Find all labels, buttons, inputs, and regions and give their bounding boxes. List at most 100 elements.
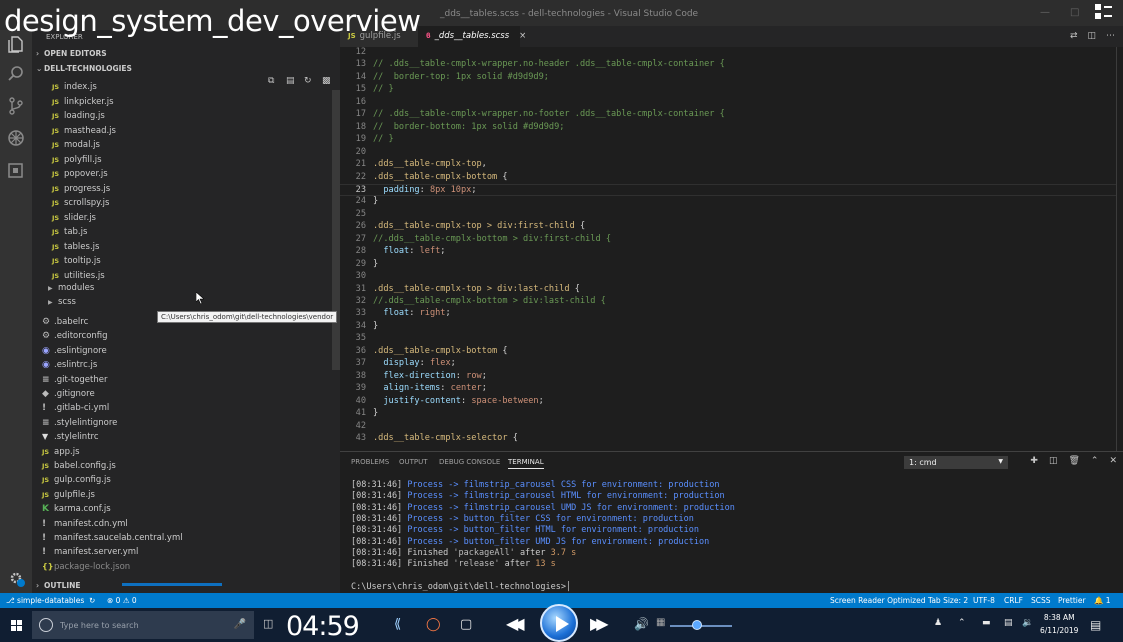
search-icon[interactable] bbox=[6, 64, 26, 84]
notifications-icon[interactable]: 🔔 1 bbox=[1094, 596, 1111, 605]
grid-icon[interactable] bbox=[1095, 4, 1115, 24]
new-file-icon[interactable]: ⧉ bbox=[268, 76, 280, 86]
system-clock[interactable]: 8:38 AM 6/11/2019 bbox=[1040, 611, 1078, 637]
file-item[interactable]: JS tab.js bbox=[52, 227, 87, 241]
file-item[interactable]: ! manifest.saucelab.central.yml bbox=[42, 533, 183, 547]
file-item[interactable]: ▼ .stylelintrc bbox=[42, 432, 99, 446]
sync-icon[interactable]: ↻ bbox=[89, 596, 95, 605]
open-editors-section[interactable]: › OPEN EDITORS bbox=[36, 49, 107, 63]
file-item[interactable]: JS linkpicker.js bbox=[52, 97, 114, 111]
maximize-icon[interactable]: □ bbox=[1070, 7, 1082, 19]
split-editor-icon[interactable]: ◫ bbox=[1087, 31, 1096, 41]
debug-icon[interactable] bbox=[6, 128, 26, 148]
file-item[interactable]: JS masthead.js bbox=[52, 126, 116, 140]
fast-forward-icon[interactable]: ▶▶ bbox=[590, 614, 608, 633]
source-control-icon[interactable] bbox=[6, 96, 26, 116]
file-item[interactable]: ◆ .gitignore bbox=[42, 389, 95, 403]
tab-problems[interactable]: PROBLEMS bbox=[351, 458, 389, 466]
problems-indicator[interactable]: ⊗ 0 ⚠ 0 bbox=[107, 596, 137, 605]
file-item[interactable]: ⚙ .editorconfig bbox=[42, 331, 108, 345]
maximize-panel-icon[interactable]: ⌃ bbox=[1091, 456, 1099, 466]
tab-dds-tables-scss[interactable]: ϐ _dds__tables.scss × bbox=[418, 26, 526, 47]
extensions-icon[interactable] bbox=[6, 160, 26, 180]
vscode-taskbar-icon[interactable]: ⟪ bbox=[394, 617, 410, 633]
project-section[interactable]: ⌄ DELL-TECHNOLOGIES bbox=[36, 64, 132, 78]
speaker-icon[interactable]: 🔉 bbox=[1022, 618, 1033, 628]
file-item[interactable]: JS index.js bbox=[52, 82, 97, 96]
new-folder-icon[interactable]: ▤ bbox=[286, 76, 298, 86]
screen-reader-status[interactable]: Screen Reader Optimized bbox=[830, 596, 926, 605]
terminal-line: [08:31:46] Process -> button_filter UMD … bbox=[351, 537, 709, 548]
action-center-icon[interactable]: ▤ bbox=[1090, 618, 1101, 632]
sidebar-scrollbar[interactable] bbox=[332, 90, 340, 370]
window-taskbar-icon[interactable]: ▢ bbox=[460, 617, 476, 633]
network-icon[interactable]: ▤ bbox=[1004, 618, 1013, 628]
settings-gear-icon[interactable] bbox=[6, 568, 26, 588]
file-item[interactable]: JS progress.js bbox=[52, 184, 110, 198]
volume-slider-knob[interactable] bbox=[692, 620, 702, 630]
language-status[interactable]: SCSS bbox=[1031, 596, 1051, 605]
terminal-select[interactable]: 1: cmd ▼ bbox=[904, 456, 1008, 469]
file-item[interactable]: JS gulpfile.js bbox=[42, 490, 95, 504]
play-button[interactable] bbox=[540, 604, 578, 642]
file-item[interactable]: ◉ .eslintrc.js bbox=[42, 360, 97, 374]
split-terminal-icon[interactable]: ◫ bbox=[1049, 456, 1058, 466]
file-item[interactable]: Kkarma.conf.js bbox=[42, 504, 111, 518]
trash-icon[interactable]: 🗑 bbox=[1068, 456, 1079, 466]
file-item[interactable]: ⚙ .babelrc bbox=[42, 317, 88, 331]
code-token: .dds__table-cmplx-top bbox=[373, 159, 482, 170]
tab-debug-console[interactable]: DEBUG CONSOLE bbox=[439, 458, 500, 466]
file-item[interactable]: JS popover.js bbox=[52, 169, 108, 183]
file-item[interactable]: {}package-lock.json bbox=[42, 562, 130, 576]
minimize-icon[interactable]: — bbox=[1040, 7, 1052, 19]
file-item[interactable]: JS app.js bbox=[42, 447, 80, 461]
file-item[interactable]: ≡ .stylelintignore bbox=[42, 418, 117, 432]
terminal-prompt[interactable]: C:\Users\chris_odom\git\dell-technologie… bbox=[351, 582, 571, 593]
close-icon[interactable]: × bbox=[519, 31, 526, 41]
people-icon[interactable]: ♟ bbox=[934, 618, 942, 628]
folder-modules[interactable]: ▶ modules bbox=[48, 283, 94, 297]
encoding-status[interactable]: UTF-8 bbox=[973, 596, 995, 605]
editor-scrollbar[interactable] bbox=[1116, 47, 1117, 451]
branch-indicator[interactable]: ⎇ simple-datatables bbox=[6, 596, 84, 605]
eol-status[interactable]: CRLF bbox=[1004, 596, 1023, 605]
formatter-status[interactable]: Prettier bbox=[1058, 596, 1086, 605]
file-item[interactable]: JS polyfill.js bbox=[52, 155, 102, 169]
file-item[interactable]: JS tooltip.js bbox=[52, 256, 101, 270]
task-view-icon[interactable]: ◫ bbox=[263, 617, 279, 633]
file-item[interactable]: JS modal.js bbox=[52, 140, 100, 154]
file-item[interactable]: ! manifest.server.yml bbox=[42, 547, 138, 561]
taskbar-search[interactable]: Type here to search 🎤 bbox=[32, 611, 254, 639]
microphone-icon[interactable]: 🎤 bbox=[234, 619, 246, 630]
app-taskbar-icon[interactable]: ◯ bbox=[426, 617, 442, 633]
file-item[interactable]: ! .gitlab-ci.yml bbox=[42, 403, 109, 417]
line-number: 29 bbox=[355, 258, 366, 269]
file-item[interactable]: ◉ .eslintignore bbox=[42, 346, 107, 360]
refresh-icon[interactable]: ↻ bbox=[304, 76, 316, 86]
file-item[interactable]: JS scrollspy.js bbox=[52, 198, 109, 212]
file-item[interactable]: JS slider.js bbox=[52, 213, 96, 227]
file-item[interactable]: JS babel.config.js bbox=[42, 461, 116, 475]
tray-arrow-icon[interactable]: ⌃ bbox=[958, 618, 966, 628]
new-terminal-icon[interactable]: ✚ bbox=[1030, 456, 1038, 466]
file-item[interactable]: ≡ .git-together bbox=[42, 375, 107, 389]
tab-output[interactable]: OUTPUT bbox=[399, 458, 428, 466]
battery-icon[interactable]: ▬ bbox=[982, 618, 991, 628]
tab-terminal[interactable]: TERMINAL bbox=[508, 458, 544, 469]
file-item[interactable]: JS tables.js bbox=[52, 242, 99, 256]
file-item[interactable]: JS gulp.config.js bbox=[42, 475, 111, 489]
volume-icon[interactable]: 🔊 bbox=[634, 617, 650, 633]
folder-scss[interactable]: ▶ scss bbox=[48, 297, 76, 311]
code-editor[interactable]: 12 13 // .dds__table-cmplx-wrapper.no-head… bbox=[340, 47, 1123, 451]
more-actions-icon[interactable]: ⋯ bbox=[1106, 31, 1115, 41]
file-item[interactable]: ! manifest.cdn.yml bbox=[42, 519, 128, 533]
file-label: gulp.config.js bbox=[54, 475, 111, 486]
file-item[interactable]: JS loading.js bbox=[52, 111, 105, 125]
close-panel-icon[interactable]: ✕ bbox=[1109, 456, 1117, 466]
rewind-icon[interactable]: ◀◀ bbox=[506, 614, 524, 633]
collapse-all-icon[interactable]: ▩ bbox=[322, 76, 334, 86]
windows-start-icon[interactable] bbox=[11, 620, 22, 631]
open-changes-icon[interactable]: ⇄ bbox=[1070, 31, 1078, 41]
tab-size-status[interactable]: Tab Size: 2 bbox=[928, 596, 968, 605]
